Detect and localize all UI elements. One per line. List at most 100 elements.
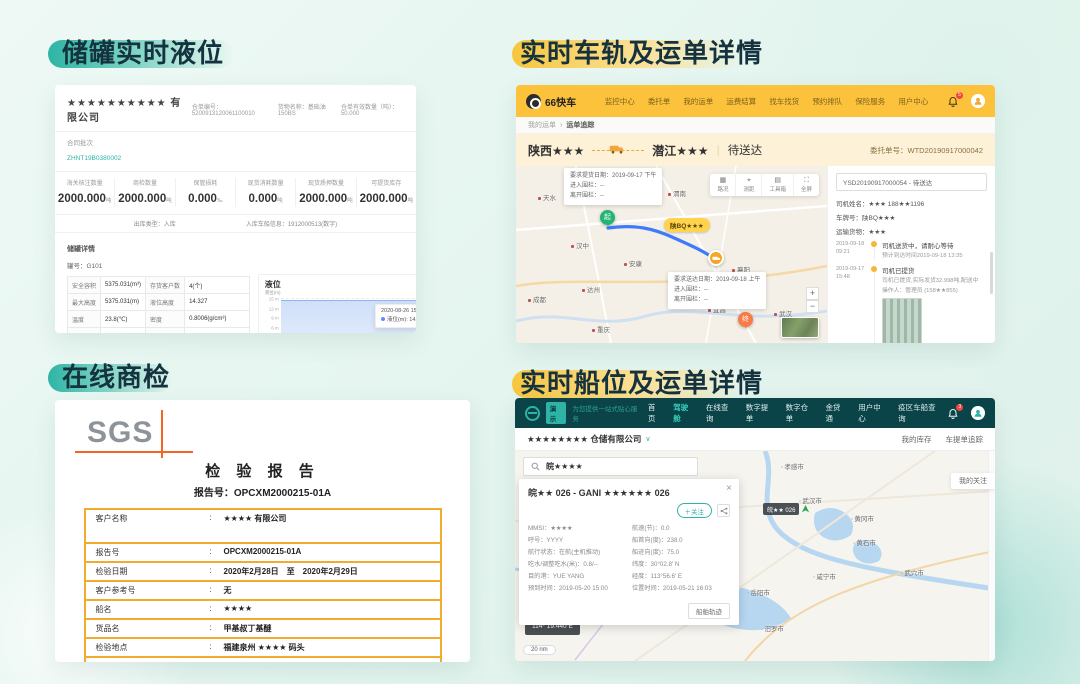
nav-monitor-center[interactable]: 监控中心: [605, 96, 635, 107]
nav-digital-receipt[interactable]: 数字仓单: [786, 402, 815, 424]
nav-freight-settlement[interactable]: 运费结算: [726, 96, 756, 107]
zoom-out-button[interactable]: −: [806, 300, 819, 313]
page-canvas: 储罐实时液位 实时车轨及运单详情 在线商检 实时船位及运单详情 ★★★★★★★★…: [0, 0, 1080, 684]
satellite-view-thumbnail[interactable]: [781, 317, 819, 338]
tank-detail-header: 储罐详情 罐号：G101: [55, 233, 416, 270]
toolbar-fullscreen-button[interactable]: ⛶全屏: [794, 174, 819, 196]
nav-home[interactable]: 首页: [648, 402, 662, 424]
nav-consignment-order[interactable]: 委托单: [648, 96, 671, 107]
chart-plot-area: 15 m 12 m 9 m 6 m 3 m 0 m 2020-08-26 15:…: [281, 298, 416, 333]
bell-icon[interactable]: 3: [947, 407, 959, 419]
search-query: 皖★★★★: [546, 461, 583, 472]
ship-position-marker[interactable]: 皖★★ 026: [763, 503, 810, 515]
breadcrumb-my-waybills[interactable]: 我的运单: [528, 120, 556, 130]
tank-company-name: ★★★★★★★★★★ 有限公司: [67, 94, 192, 124]
truck-tracking-card: 66快车 监控中心 委托单 我的运单 运费结算 找车找货 预约排队 保险服务 用…: [516, 85, 995, 343]
map-toolbar: ▦路况 ⌖测距 ▤工具箱 ⛶全屏: [710, 174, 819, 196]
follow-button[interactable]: ＋关注: [677, 503, 713, 518]
nav-cockpit[interactable]: 驾驶舱: [673, 402, 695, 424]
toolbar-toolbox-button[interactable]: ▤工具箱: [762, 174, 794, 196]
map-city-label: 安康: [624, 258, 642, 268]
tank-flow-row: 出库类型：入库 入库车船信息：1912000513(数字): [55, 215, 416, 233]
table-row: 检验日期:2020年2月28日 至 2020年2月29日: [86, 563, 440, 582]
truck-app-logo[interactable]: 66快车: [526, 94, 576, 109]
ship-tracking-card: 演示 为您提供一站式贴心服务 首页 驾驶舱 在线查询 数字提单 数字仓单 金贷通…: [515, 398, 995, 661]
stat-spot-consumed: 现货消耗数量 0.000吨: [236, 178, 296, 207]
nav-online-query[interactable]: 在线查询: [706, 402, 735, 424]
stat-inspection-qty: 商检数量 2000.000吨: [115, 178, 175, 207]
chart-tooltip-time: 2020-08-26 15:34:00: [381, 307, 416, 316]
ship-search-box[interactable]: 皖★★★★: [523, 457, 698, 476]
map-city-label: 黄石市: [853, 537, 876, 547]
contract-batch-link[interactable]: ZHNT19B0380002: [67, 155, 121, 162]
truck-map[interactable]: 天水 西安 渭南 汉中 安康 成都 达州 重庆 襄阳 宜昌 武汉 要求提货日期：…: [516, 166, 827, 343]
ship-map[interactable]: 孝感市 武汉市 黄冈市 黄石市 咸宁市 岳阳市 常德市 张家界市 武穴市 汨罗市…: [515, 451, 995, 661]
nav-user-center[interactable]: 用户中心: [898, 96, 928, 107]
sidebar-scrollbar[interactable]: [990, 252, 993, 294]
chart-title: 液位: [265, 279, 281, 290]
table-row: 客户名称:★★★★ 有限公司: [86, 510, 440, 544]
section-title-inspection: 在线商检: [62, 357, 170, 394]
nav-digital-bl[interactable]: 数字提单: [746, 402, 775, 424]
outbound-type: 出库类型：入库: [134, 219, 176, 228]
nav-user-center[interactable]: 用户中心: [858, 402, 887, 424]
zoom-in-button[interactable]: +: [806, 287, 819, 300]
bell-icon[interactable]: 5: [947, 95, 959, 107]
close-icon[interactable]: ×: [726, 483, 732, 494]
nav-my-waybills[interactable]: 我的运单: [683, 96, 713, 107]
nav-queue-booking[interactable]: 预约排队: [812, 96, 842, 107]
nav-insurance[interactable]: 保险服务: [855, 96, 885, 107]
user-avatar[interactable]: [971, 406, 985, 420]
ship-app-logo-icon[interactable]: [525, 406, 540, 421]
ship-popup-left-column: MMSI：★★★★ 呼号：YYYY 航行状态：在航(主机推动) 吃水/调整吃水(…: [528, 523, 626, 596]
map-zoom-control: + −: [806, 287, 819, 313]
toolbar-traffic-button[interactable]: ▦路况: [710, 174, 736, 196]
plate-number: 车牌号：陕BQ★★★: [836, 212, 987, 222]
my-inventory-link[interactable]: 我的库存: [902, 434, 932, 445]
user-avatar[interactable]: [971, 94, 985, 108]
nav-finance[interactable]: 金贷通: [826, 402, 848, 424]
truck-app-header: 66快车 监控中心 委托单 我的运单 运费结算 找车找货 预约排队 保险服务 用…: [516, 85, 995, 117]
table-row: 船名:★★★★: [86, 601, 440, 620]
my-watchlist-tab[interactable]: 我的关注: [951, 473, 995, 489]
ship-detail-popup: 皖★★ 026 - GANI ★★★★★★ 026 × ＋关注 MMSI：★★★…: [519, 479, 739, 625]
consignment-order-no: 委托单号：WTD20190917000042: [870, 145, 983, 156]
table-row: 温度23.8(℃)密度0.8006(g/cm³): [68, 311, 250, 328]
ship-track-button[interactable]: 船舶轨迹: [688, 603, 730, 619]
map-city-label: 重庆: [592, 324, 610, 334]
map-city-label: 孝感市: [781, 461, 804, 471]
toolbar-measure-button[interactable]: ⌖测距: [736, 174, 762, 196]
nav-epidemic-query[interactable]: 疫区车船查询: [898, 402, 941, 424]
share-icon[interactable]: [717, 504, 730, 517]
inspection-report-number: 报告号：OPCXM2000215-01A: [55, 484, 470, 499]
contract-batch-label: 合同批次: [67, 137, 404, 147]
liquid-level-chart[interactable]: 液位 -◇- 液位(m) 液位(m) 15 m 12 m 9 m 6 m 3 m…: [258, 274, 416, 333]
logo-circle-icon: [526, 94, 541, 109]
start-pin[interactable]: 起: [600, 210, 615, 225]
truck-position-marker[interactable]: [708, 250, 724, 266]
chevron-down-icon[interactable]: ∨: [645, 435, 650, 443]
inbound-vehicle-info: 入库车船信息：1912000513(数字): [246, 219, 337, 228]
pickup-tooltip: 要求提货日期：2019-09-17 下午 进入围栏：-- 离开围栏：--: [564, 168, 662, 205]
breadcrumb-separator: ›: [560, 122, 562, 129]
bell-badge: 5: [956, 92, 963, 99]
tank-dashboard-card: ★★★★★★★★★★ 有限公司 仓单编号：5200913120061100010…: [55, 85, 416, 333]
delivery-receipt-photo[interactable]: [882, 298, 922, 343]
fullscreen-icon: ⛶: [801, 177, 812, 184]
waybill-select[interactable]: YSD20190917000054 - 待送达: [836, 173, 987, 191]
chart-tooltip-value: 液位(m): 14.327: [387, 317, 416, 323]
plate-number-bubble: 陕BQ★★★: [664, 218, 710, 232]
map-scale-bar: 20 nm: [523, 645, 556, 655]
timeline-operator: 操作人：管理员 (158★★855): [882, 287, 987, 295]
map-city-label: 达州: [582, 284, 600, 294]
demo-badge: 演示: [546, 402, 567, 424]
truck-bl-tracking-link[interactable]: 车提单追踪: [946, 434, 984, 445]
inspection-report-title: 检 验 报 告: [55, 460, 470, 481]
nav-find-truck-cargo[interactable]: 找车找货: [769, 96, 799, 107]
truck-nav: 监控中心 委托单 我的运单 运费结算 找车找货 预约排队 保险服务 用户中心: [592, 96, 941, 107]
end-pin[interactable]: 终: [738, 312, 753, 327]
app-tagline: 为您提供一站式贴心服务: [572, 403, 642, 423]
stat-storage-loss: 保管损耗 0.000‰: [176, 178, 236, 207]
chart-y-axis-label: 液位(m): [265, 290, 416, 296]
timeline-item: 2019-09-1809:21 司机送货中，请耐心等待 预计到达时间2019-0…: [836, 240, 987, 260]
